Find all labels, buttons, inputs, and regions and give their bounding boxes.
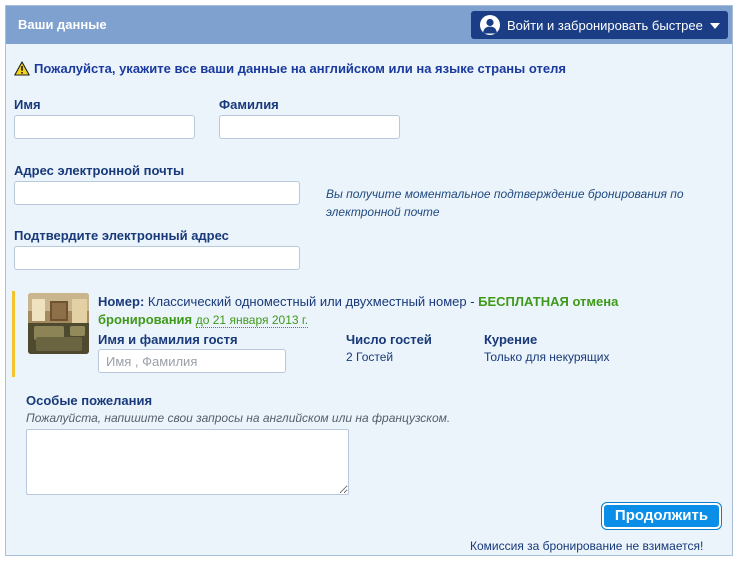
login-book-faster-button[interactable]: Войти и забронировать быстрее (471, 11, 728, 39)
guest-name-label: Имя и фамилия гостя (98, 332, 238, 347)
email-input[interactable] (14, 181, 300, 205)
special-requests-textarea[interactable] (26, 429, 349, 495)
first-name-input[interactable] (14, 115, 195, 139)
special-requests-title: Особые пожелания (26, 393, 153, 408)
warning-icon (14, 61, 30, 79)
no-booking-fee-note: Комиссия за бронирование не взимается! (470, 539, 704, 553)
room-name: Классический одноместный или двухместный… (147, 294, 467, 309)
room-photo (28, 293, 89, 354)
caret-down-icon[interactable] (710, 23, 720, 29)
your-details-panel: Ваши данные Войти и забронировать быстре… (5, 5, 733, 556)
panel-header: Ваши данные Войти и забронировать быстре… (6, 6, 732, 44)
login-button-label: Войти и забронировать быстрее (507, 18, 703, 33)
language-warning: Пожалуйста, укажите все ваши данные на а… (14, 61, 566, 79)
confirm-email-input[interactable] (14, 246, 300, 270)
email-confirmation-hint: Вы получите моментальное подтверждение б… (326, 187, 684, 219)
room-block: Номер: Классический одноместный или двух… (12, 291, 726, 377)
cancellation-deadline[interactable]: до 21 января 2013 г. (195, 313, 309, 328)
room-summary: Номер: Классический одноместный или двух… (98, 293, 683, 329)
warning-text: Пожалуйста, укажите все ваши данные на а… (34, 61, 566, 76)
room-key-label: Номер: (98, 294, 145, 309)
continue-button[interactable]: Продолжить (602, 503, 721, 529)
panel-title: Ваши данные (18, 17, 107, 32)
last-name-input[interactable] (219, 115, 400, 139)
smoking-label: Курение (484, 332, 538, 347)
smoking-value: Только для некурящих (484, 350, 610, 364)
first-name-label: Имя (14, 97, 41, 112)
room-separator: - (466, 294, 479, 309)
confirm-email-label: Подтвердите электронный адрес (14, 228, 229, 243)
email-label: Адрес электронной почты (14, 163, 185, 178)
last-name-label: Фамилия (219, 97, 279, 112)
user-icon (480, 15, 500, 35)
guests-count-value: 2 Гостей (346, 350, 394, 364)
special-requests-hint: Пожалуйста, напишите свои запросы на анг… (26, 411, 451, 425)
guest-name-input[interactable] (98, 349, 286, 373)
guests-count-label: Число гостей (346, 332, 432, 347)
